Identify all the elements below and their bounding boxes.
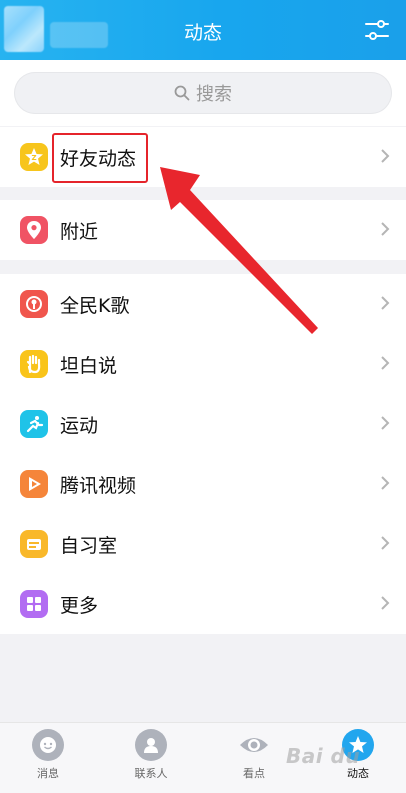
chat-bubble-icon <box>32 729 64 761</box>
chevron-right-icon <box>381 596 390 610</box>
tab-contacts-label: 联系人 <box>134 767 168 780</box>
search-placeholder: 搜索 <box>196 84 232 105</box>
tab-watch[interactable]: 看点 <box>214 729 294 781</box>
friends-star-icon: Z <box>20 143 48 171</box>
person-icon <box>135 729 167 761</box>
eye-icon <box>238 729 270 761</box>
filter-settings-icon[interactable] <box>364 17 390 43</box>
sport-label: 运动 <box>60 414 99 437</box>
chevron-right-icon <box>381 356 390 370</box>
search-icon <box>174 85 190 101</box>
nearby-label: 附近 <box>60 220 99 243</box>
search-container: 搜索 <box>0 60 406 126</box>
video-play-icon <box>20 470 48 498</box>
chevron-right-icon <box>381 416 390 430</box>
svg-text:Z: Z <box>31 154 36 162</box>
grid-icon <box>20 590 48 618</box>
study-room-label: 自习室 <box>60 534 118 557</box>
location-pin-icon <box>20 216 48 244</box>
tab-messages[interactable]: 消息 <box>8 729 88 781</box>
tab-watch-label: 看点 <box>243 767 265 780</box>
menu-item-nearby[interactable]: 附近 <box>0 200 406 260</box>
running-icon <box>20 410 48 438</box>
page-title: 动态 <box>183 22 222 44</box>
karaoke-icon <box>20 290 48 318</box>
book-icon <box>20 530 48 558</box>
more-label: 更多 <box>60 594 99 617</box>
chevron-right-icon <box>381 536 390 550</box>
top-bar: 动态 <box>0 0 406 60</box>
menu-item-kge[interactable]: 全民K歌 <box>0 274 406 334</box>
chevron-right-icon <box>381 149 390 163</box>
tencent-video-label: 腾讯视频 <box>60 474 137 497</box>
chevron-right-icon <box>381 296 390 310</box>
menu-item-tanbai[interactable]: 坦白说 <box>0 334 406 394</box>
menu-item-more[interactable]: 更多 <box>0 574 406 634</box>
highlight-box <box>52 133 148 183</box>
apps-group: 全民K歌 坦白说 运动 腾讯视频 自习室 更多 <box>0 274 406 634</box>
tab-messages-label: 消息 <box>37 767 59 780</box>
menu-item-tencent-video[interactable]: 腾讯视频 <box>0 454 406 514</box>
tab-contacts[interactable]: 联系人 <box>111 729 191 781</box>
hand-icon <box>20 350 48 378</box>
baidu-watermark: Bai du <box>286 744 361 768</box>
chevron-right-icon <box>381 476 390 490</box>
search-bar[interactable]: 搜索 <box>14 72 392 114</box>
tanbai-label: 坦白说 <box>60 354 118 377</box>
kge-label: 全民K歌 <box>60 294 130 317</box>
menu-item-study-room[interactable]: 自习室 <box>0 514 406 574</box>
nearby-group: 附近 <box>0 200 406 260</box>
chevron-right-icon <box>381 222 390 236</box>
menu-item-sport[interactable]: 运动 <box>0 394 406 454</box>
